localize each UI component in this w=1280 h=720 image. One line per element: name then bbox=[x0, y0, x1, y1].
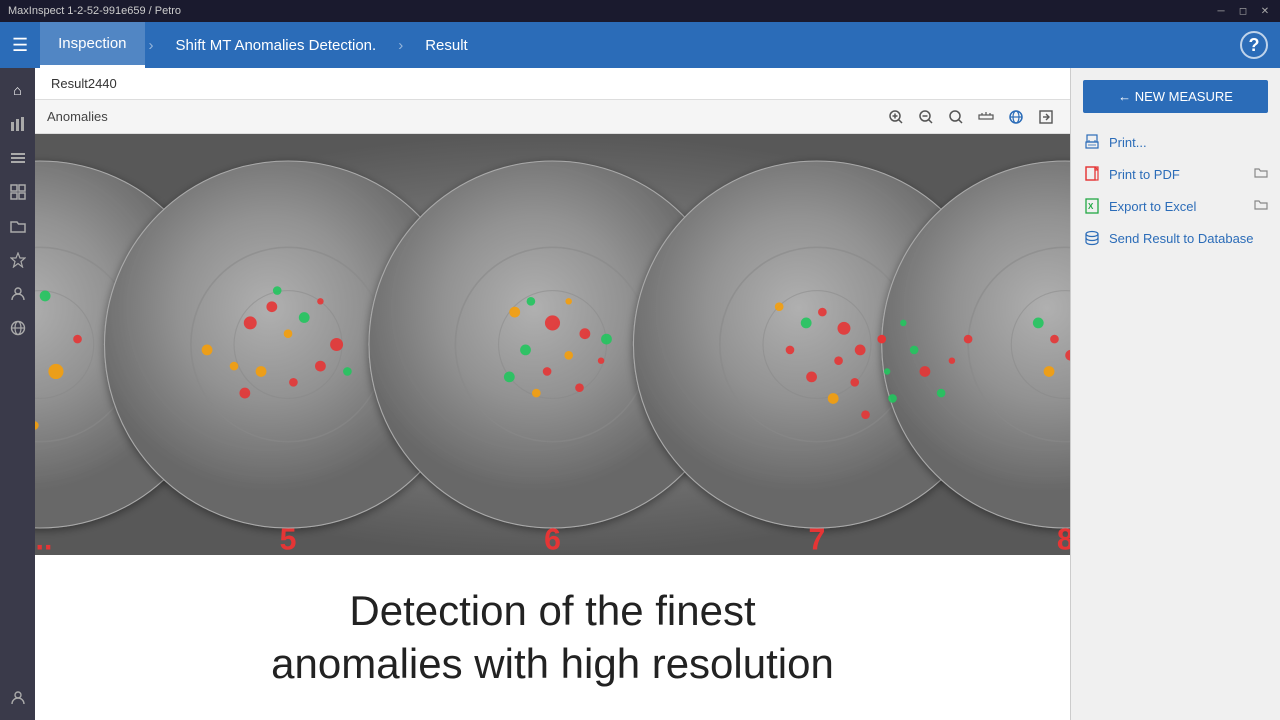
sidebar-icon-layers[interactable] bbox=[4, 144, 32, 172]
title-bar-text: MaxInspect 1-2-52-991e659 / Petro bbox=[8, 5, 181, 17]
svg-text:...: ... bbox=[35, 524, 52, 555]
close-button[interactable]: ✕ bbox=[1258, 4, 1272, 18]
left-sidebar: ⌂ bbox=[0, 68, 35, 720]
export-excel-icon: X bbox=[1083, 197, 1101, 215]
svg-text:X: X bbox=[1088, 202, 1094, 211]
nav-divider-1: › bbox=[145, 37, 158, 54]
sidebar-icon-adjust[interactable] bbox=[4, 178, 32, 206]
zoom-in-button[interactable] bbox=[884, 105, 908, 129]
top-nav: ☰ Inspection › Shift MT Anomalies Detect… bbox=[0, 22, 1280, 68]
svg-text:5: 5 bbox=[280, 524, 297, 555]
export-excel-label: Export to Excel bbox=[1109, 199, 1196, 214]
globe-button[interactable] bbox=[1004, 105, 1028, 129]
breadcrumb-text: Result2440 bbox=[51, 76, 117, 91]
svg-text:8: 8 bbox=[1057, 524, 1070, 555]
sidebar-icon-user-bottom[interactable] bbox=[4, 684, 32, 712]
print-pdf-label: Print to PDF bbox=[1109, 167, 1180, 182]
nav-item-inspection[interactable]: Inspection bbox=[40, 22, 144, 68]
breadcrumb-bar: Result2440 bbox=[35, 68, 1070, 100]
bottom-text-area: Detection of the finestanomalies with hi… bbox=[35, 555, 1070, 720]
main-layout: ⌂ Result2440 bbox=[0, 68, 1280, 720]
sidebar-icon-chart[interactable] bbox=[4, 110, 32, 138]
send-db-action[interactable]: Send Result to Database bbox=[1083, 227, 1268, 249]
svg-text:7: 7 bbox=[809, 524, 826, 555]
print-label: Print... bbox=[1109, 135, 1147, 150]
export-button[interactable] bbox=[1034, 105, 1058, 129]
content-area: Result2440 Anomalies bbox=[35, 68, 1070, 720]
toolbar-label: Anomalies bbox=[47, 109, 108, 124]
svg-text:6: 6 bbox=[544, 524, 561, 555]
inspection-canvas: 5 6 7 8 ... bbox=[35, 134, 1070, 555]
print-action[interactable]: Print... bbox=[1083, 131, 1268, 153]
zoom-out-button[interactable] bbox=[914, 105, 938, 129]
new-measure-button[interactable]: ← NEW MEASURE bbox=[1083, 80, 1268, 113]
sidebar-icon-home[interactable]: ⌂ bbox=[4, 76, 32, 104]
measure-button[interactable] bbox=[974, 105, 998, 129]
export-excel-folder-icon bbox=[1254, 198, 1268, 214]
minimize-button[interactable]: ─ bbox=[1214, 4, 1228, 18]
print-pdf-folder-icon bbox=[1254, 166, 1268, 182]
nav-item-result[interactable]: Result bbox=[407, 22, 486, 68]
maximize-button[interactable]: ◻ bbox=[1236, 4, 1250, 18]
title-bar: MaxInspect 1-2-52-991e659 / Petro ─ ◻ ✕ bbox=[0, 0, 1280, 22]
send-db-label: Send Result to Database bbox=[1109, 231, 1254, 246]
sidebar-icon-folder[interactable] bbox=[4, 212, 32, 240]
right-panel: ← NEW MEASURE Print... Print to PDF bbox=[1070, 68, 1280, 720]
nav-divider-2: › bbox=[394, 37, 407, 54]
action-list: Print... Print to PDF X Export to Excel bbox=[1083, 131, 1268, 249]
hamburger-menu[interactable]: ☰ bbox=[12, 35, 28, 56]
zoom-fit-button[interactable] bbox=[944, 105, 968, 129]
sidebar-icon-globe[interactable] bbox=[4, 314, 32, 342]
toolbar: Anomalies bbox=[35, 100, 1070, 134]
viewer-area[interactable]: 5 6 7 8 ... Detection of the finestanoma… bbox=[35, 134, 1070, 720]
nav-item-shift-mt[interactable]: Shift MT Anomalies Detection. bbox=[158, 22, 395, 68]
send-db-icon bbox=[1083, 229, 1101, 247]
sidebar-icon-users[interactable] bbox=[4, 280, 32, 308]
print-pdf-icon bbox=[1083, 165, 1101, 183]
print-pdf-action[interactable]: Print to PDF bbox=[1083, 163, 1268, 185]
detection-text: Detection of the finestanomalies with hi… bbox=[271, 585, 834, 690]
help-button[interactable]: ? bbox=[1240, 31, 1268, 59]
print-icon bbox=[1083, 133, 1101, 151]
export-excel-action[interactable]: X Export to Excel bbox=[1083, 195, 1268, 217]
toolbar-icons bbox=[884, 105, 1058, 129]
sidebar-icon-star[interactable] bbox=[4, 246, 32, 274]
